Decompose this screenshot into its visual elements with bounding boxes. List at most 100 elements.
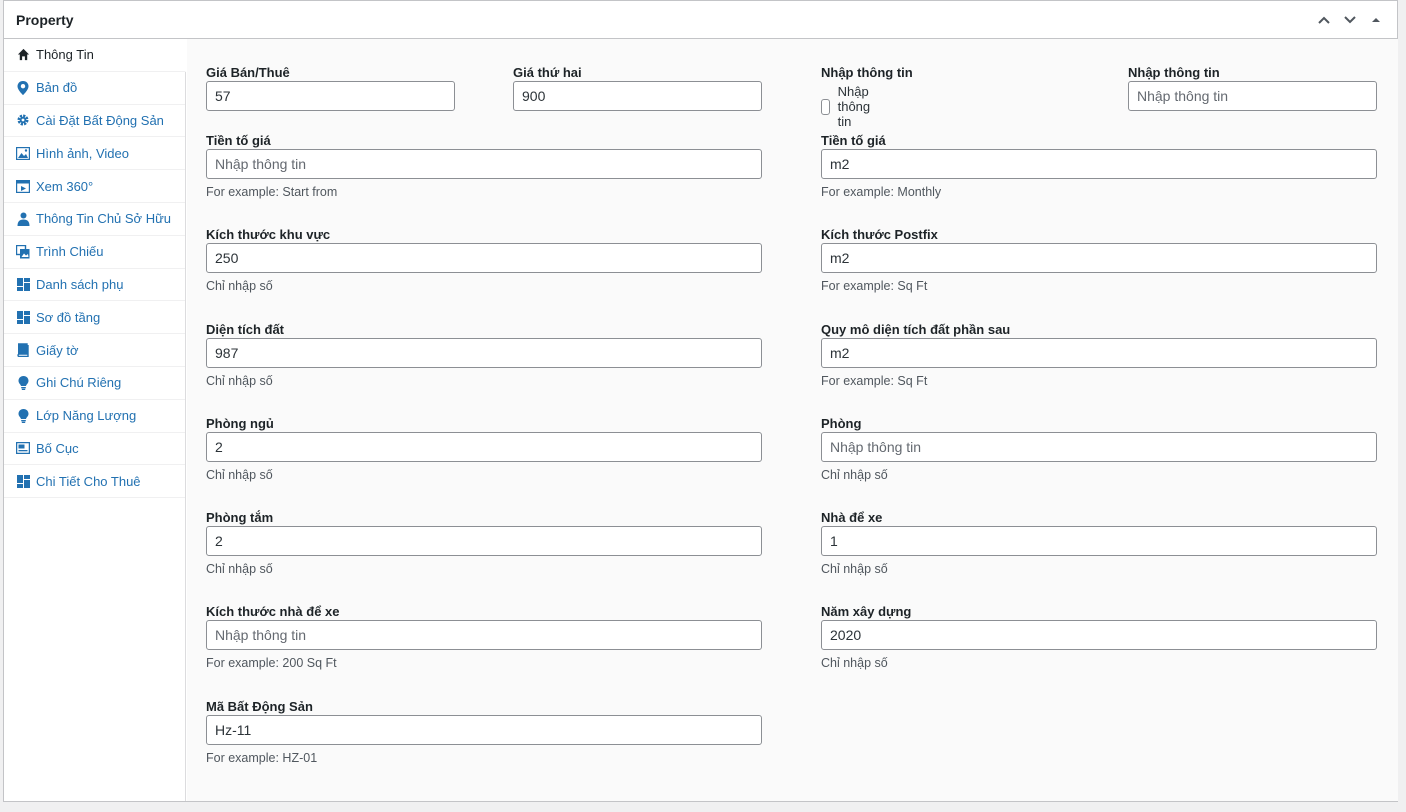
tab-giay-to[interactable]: Giấy tờ [4,334,185,367]
home-icon [16,48,30,62]
price-postfix-label: Tiền tố giá [821,133,886,148]
tab-label: Hình ảnh, Video [36,145,129,161]
tab-label: Bản đồ [36,80,78,96]
tab-bo-cuc[interactable]: Bố Cục [4,433,185,466]
move-down-button[interactable] [1337,9,1363,31]
bathrooms-label: Phòng tắm [206,510,274,525]
tab-xem-360[interactable]: Xem 360° [4,170,185,203]
size-postfix-input[interactable] [821,243,1377,273]
tab-so-do-tang[interactable]: Sơ đồ tầng [4,301,185,335]
price-prefix-desc: For example: Start from [206,185,338,199]
land-postfix-label: Quy mô diện tích đất phần sau [821,322,1011,337]
year-built-label: Năm xây dựng [821,604,912,619]
garage-size-label: Kích thước nhà để xe [206,604,340,619]
year-built-desc: Chỉ nhập số [821,656,888,670]
price-prefix-input[interactable] [206,149,762,179]
size-postfix-label: Kích thước Postfix [821,227,938,242]
tab-chu-so-huu[interactable]: Thông Tin Chủ Sở Hữu [4,203,185,236]
tabs-sidebar: Thông Tin Bản đồ Cài Đặt Bất Động Sản Hì… [4,39,186,801]
tab-label: Chi Tiết Cho Thuê [36,473,141,489]
grid-icon [16,310,30,324]
property-id-desc: For example: HZ-01 [206,751,318,765]
property-metabox: Property Thông Tin Bản đồ Cài Đặt Bất Độ… [3,0,1398,802]
land-area-input[interactable] [206,338,762,368]
rooms-desc: Chỉ nhập số [821,468,888,482]
grid-icon [16,474,30,488]
bathrooms-input[interactable] [206,526,762,556]
land-postfix-desc: For example: Sq Ft [821,374,928,388]
chevron-up-icon [1318,16,1330,24]
checkbox-wrap: Nhập thông tin [821,84,878,129]
garages-desc: Chỉ nhập số [821,562,888,576]
tab-label: Trình Chiếu [36,244,104,260]
land-area-label: Diện tích đất [206,322,285,337]
gear-icon [16,113,30,127]
rooms-label: Phòng [821,416,862,431]
area-size-desc: Chỉ nhập số [206,279,273,293]
tab-label: Giấy tờ [36,342,79,358]
tab-ban-do[interactable]: Bản đồ [4,72,185,105]
second-price-input[interactable] [513,81,762,111]
price-input[interactable] [206,81,455,111]
tab-label: Danh sách phụ [36,276,124,292]
checkbox-label: Nhập thông tin [837,84,871,129]
second-price-label: Giá thứ hai [513,65,582,80]
checkbox-field-label: Nhập thông tin [821,65,913,80]
metabox-header: Property [4,1,1397,39]
image-icon [16,146,30,160]
land-area-desc: Chỉ nhập số [206,374,273,388]
text-info-label: Nhập thông tin [1128,65,1220,80]
toggle-panel-button[interactable] [1363,9,1389,31]
garage-size-input[interactable] [206,620,762,650]
tab-ghi-chu-rieng[interactable]: Ghi Chú Riêng [4,367,185,400]
area-size-label: Kích thước khu vực [206,227,331,242]
price-postfix-desc: For example: Monthly [821,185,942,199]
tab-content-thong-tin: Giá Bán/Thuê Giá thứ hai Nhập thông tin … [187,39,1398,801]
move-up-button[interactable] [1311,9,1337,31]
price-postfix-input[interactable] [821,149,1377,179]
tab-label: Sơ đồ tầng [36,309,101,325]
garage-size-desc: For example: 200 Sq Ft [206,656,337,670]
tab-thong-tin[interactable]: Thông Tin [4,39,186,72]
price-prefix-label: Tiền tố giá [206,133,271,148]
tab-danh-sach-phu[interactable]: Danh sách phụ [4,269,185,302]
property-id-input[interactable] [206,715,762,745]
tab-label: Cài Đặt Bất Động Sản [36,112,164,128]
area-size-input[interactable] [206,243,762,273]
size-postfix-desc: For example: Sq Ft [821,279,928,293]
tab-trinh-chieu[interactable]: Trình Chiếu [4,236,185,269]
lightbulb-icon [16,375,30,390]
bedrooms-input[interactable] [206,432,762,462]
tab-label: Xem 360° [36,178,94,194]
info-checkbox[interactable] [821,98,830,115]
chevron-down-icon [1344,16,1356,24]
property-id-label: Mã Bất Động Sản [206,699,313,714]
text-info-input[interactable] [1128,81,1377,111]
bedrooms-desc: Chỉ nhập số [206,468,273,482]
tab-label: Lớp Năng Lượng [36,408,137,424]
land-postfix-input[interactable] [821,338,1377,368]
tab-cai-dat[interactable]: Cài Đặt Bất Động Sản [4,105,185,138]
price-label: Giá Bán/Thuê [206,65,290,80]
gallery-icon [16,244,30,259]
book-icon [16,343,30,358]
tab-hinh-anh[interactable]: Hình ảnh, Video [4,137,185,171]
garages-label: Nhà để xe [821,510,883,525]
metabox-title: Property [16,12,74,28]
lightbulb-icon [16,408,30,423]
rooms-input[interactable] [821,432,1377,462]
tab-label: Thông Tin Chủ Sở Hữu [36,211,172,227]
tab-label: Bố Cục [36,440,79,456]
layout-icon [16,441,30,455]
tab-chi-tiet-cho-thue[interactable]: Chi Tiết Cho Thuê [4,465,185,499]
header-actions [1311,9,1389,31]
map-pin-icon [16,80,30,95]
bathrooms-desc: Chỉ nhập số [206,562,273,576]
year-built-input[interactable] [821,620,1377,650]
garages-input[interactable] [821,526,1377,556]
video-icon [16,179,30,193]
caret-up-icon [1372,18,1380,22]
tab-label: Thông Tin [36,47,94,63]
tab-lop-nang-luong[interactable]: Lớp Năng Lượng [4,400,185,433]
bedrooms-label: Phòng ngủ [206,416,274,431]
